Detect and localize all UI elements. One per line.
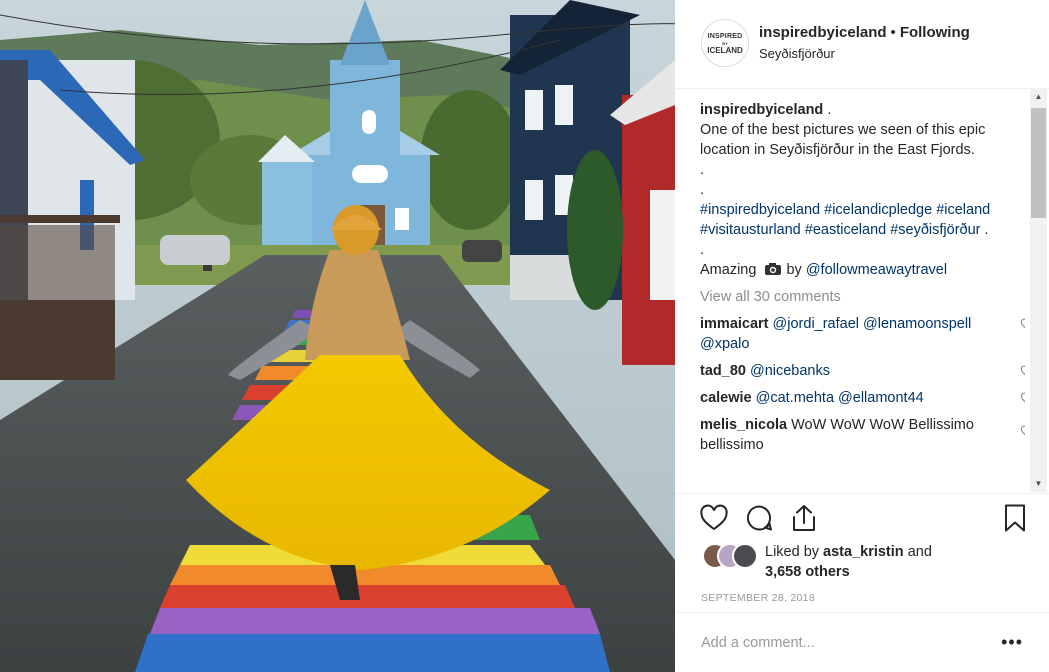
logo-text-line1: INSPIRED bbox=[707, 32, 743, 40]
hashtag-link[interactable]: #seyðisfjörður bbox=[890, 222, 980, 238]
likes-and: and bbox=[907, 544, 932, 560]
likes-count-link[interactable]: 3,658 others bbox=[765, 564, 850, 580]
comment-username[interactable]: tad_80 bbox=[700, 363, 746, 379]
comment-like-heart-icon[interactable] bbox=[1019, 423, 1025, 437]
comments-scrollbar[interactable]: ▲ ▼ bbox=[1030, 88, 1047, 492]
post-photo[interactable] bbox=[0, 0, 675, 672]
comments-section[interactable]: inspiredbyiceland . One of the best pict… bbox=[700, 100, 1025, 493]
comment-item: tad_80 @nicebanks bbox=[700, 361, 1025, 381]
bookmark-icon[interactable] bbox=[1000, 503, 1030, 533]
liker-username-link[interactable]: asta_kristin bbox=[823, 544, 904, 560]
add-comment-input[interactable]: Add a comment... bbox=[701, 635, 815, 651]
caption-dot: . bbox=[700, 242, 705, 258]
post-header: INSPIRED BY ICELAND inspiredbyiceland • Fo… bbox=[675, 0, 1049, 89]
hashtag-link[interactable]: #inspiredbyiceland bbox=[700, 202, 820, 218]
credit-by: by bbox=[782, 262, 806, 278]
comment-like-heart-icon[interactable] bbox=[1019, 316, 1025, 330]
location-link[interactable]: Seyðisfjörður bbox=[759, 46, 835, 61]
account-avatar[interactable]: INSPIRED BY ICELAND bbox=[701, 19, 749, 67]
caption-text: One of the best pictures we seen of this… bbox=[700, 122, 986, 158]
comment-like-heart-icon[interactable] bbox=[1019, 363, 1025, 377]
likes-summary: Liked by asta_kristin and 3,658 others bbox=[702, 540, 1032, 585]
mention-link[interactable]: @nicebanks bbox=[750, 363, 830, 379]
more-options-icon[interactable]: ••• bbox=[1001, 632, 1023, 653]
caption-dot: . bbox=[700, 182, 705, 198]
mention-link[interactable]: @xpalo bbox=[700, 336, 749, 352]
likes-text: Liked by asta_kristin and 3,658 others bbox=[765, 542, 1015, 582]
divider bbox=[675, 493, 1049, 494]
comment-username[interactable]: melis_nicola bbox=[700, 417, 787, 433]
comment-item: calewie @cat.mehta @ellamont44 bbox=[700, 388, 1025, 408]
caption-hashtags: #inspiredbyiceland #icelandicpledge #ice… bbox=[700, 200, 1025, 240]
view-all-comments-link[interactable]: View all 30 comments bbox=[700, 287, 1025, 307]
hashtag-link[interactable]: #visitausturland bbox=[700, 222, 801, 238]
mention-link[interactable]: @lenamoonspell bbox=[863, 316, 971, 332]
comment-username[interactable]: immaicart bbox=[700, 316, 769, 332]
comment-icon[interactable] bbox=[744, 503, 774, 533]
likes-prefix: Liked by bbox=[765, 544, 820, 560]
mention-link[interactable]: @jordi_rafael bbox=[773, 316, 859, 332]
logo-text-line3: ICELAND bbox=[707, 45, 743, 55]
post-author: inspiredbyiceland • Following bbox=[759, 24, 970, 41]
scroll-down-arrow-icon[interactable]: ▼ bbox=[1030, 475, 1047, 492]
scroll-up-arrow-icon[interactable]: ▲ bbox=[1030, 88, 1047, 105]
post-actions bbox=[699, 503, 1029, 535]
comment-item: immaicart @jordi_rafael @lenamoonspell @… bbox=[700, 314, 1025, 354]
post-date[interactable]: SEPTEMBER 28, 2018 bbox=[701, 592, 815, 604]
hashtag-link[interactable]: #icelandicpledge bbox=[824, 202, 932, 218]
header-separator: • bbox=[890, 24, 896, 41]
hashtag-end: . bbox=[980, 222, 989, 238]
comment-username[interactable]: calewie bbox=[700, 390, 752, 406]
mention-link[interactable]: @cat.mehta bbox=[756, 390, 834, 406]
caption-suffix: . bbox=[823, 102, 832, 118]
hashtag-link[interactable]: #iceland bbox=[936, 202, 990, 218]
credit-prefix: Amazing bbox=[700, 262, 757, 278]
share-icon[interactable] bbox=[789, 503, 819, 533]
heart-icon[interactable] bbox=[699, 503, 729, 533]
caption-dot: . bbox=[700, 162, 705, 178]
scrollbar-thumb[interactable] bbox=[1031, 108, 1046, 218]
following-button[interactable]: Following bbox=[900, 24, 970, 41]
divider bbox=[675, 612, 1049, 613]
username-link[interactable]: inspiredbyiceland bbox=[759, 24, 887, 41]
mention-link[interactable]: @ellamont44 bbox=[838, 390, 924, 406]
liker-avatars[interactable] bbox=[702, 543, 760, 569]
caption-username[interactable]: inspiredbyiceland bbox=[700, 102, 823, 118]
caption-credit: Amazing by @followmeawaytravel bbox=[700, 260, 1025, 280]
caption-user-line: inspiredbyiceland . bbox=[700, 100, 1025, 120]
post-image bbox=[0, 0, 675, 672]
comment-like-heart-icon[interactable] bbox=[1019, 390, 1025, 404]
credit-mention-link[interactable]: @followmeawaytravel bbox=[806, 262, 947, 278]
post-sidebar: INSPIRED BY ICELAND inspiredbyiceland • Fo… bbox=[675, 0, 1049, 672]
avatar bbox=[732, 543, 758, 569]
hashtag-link[interactable]: #easticeland bbox=[805, 222, 886, 238]
comment-item: melis_nicola WoW WoW WoW Bellissimo bell… bbox=[700, 415, 1025, 455]
camera-emoji-icon bbox=[765, 263, 782, 275]
